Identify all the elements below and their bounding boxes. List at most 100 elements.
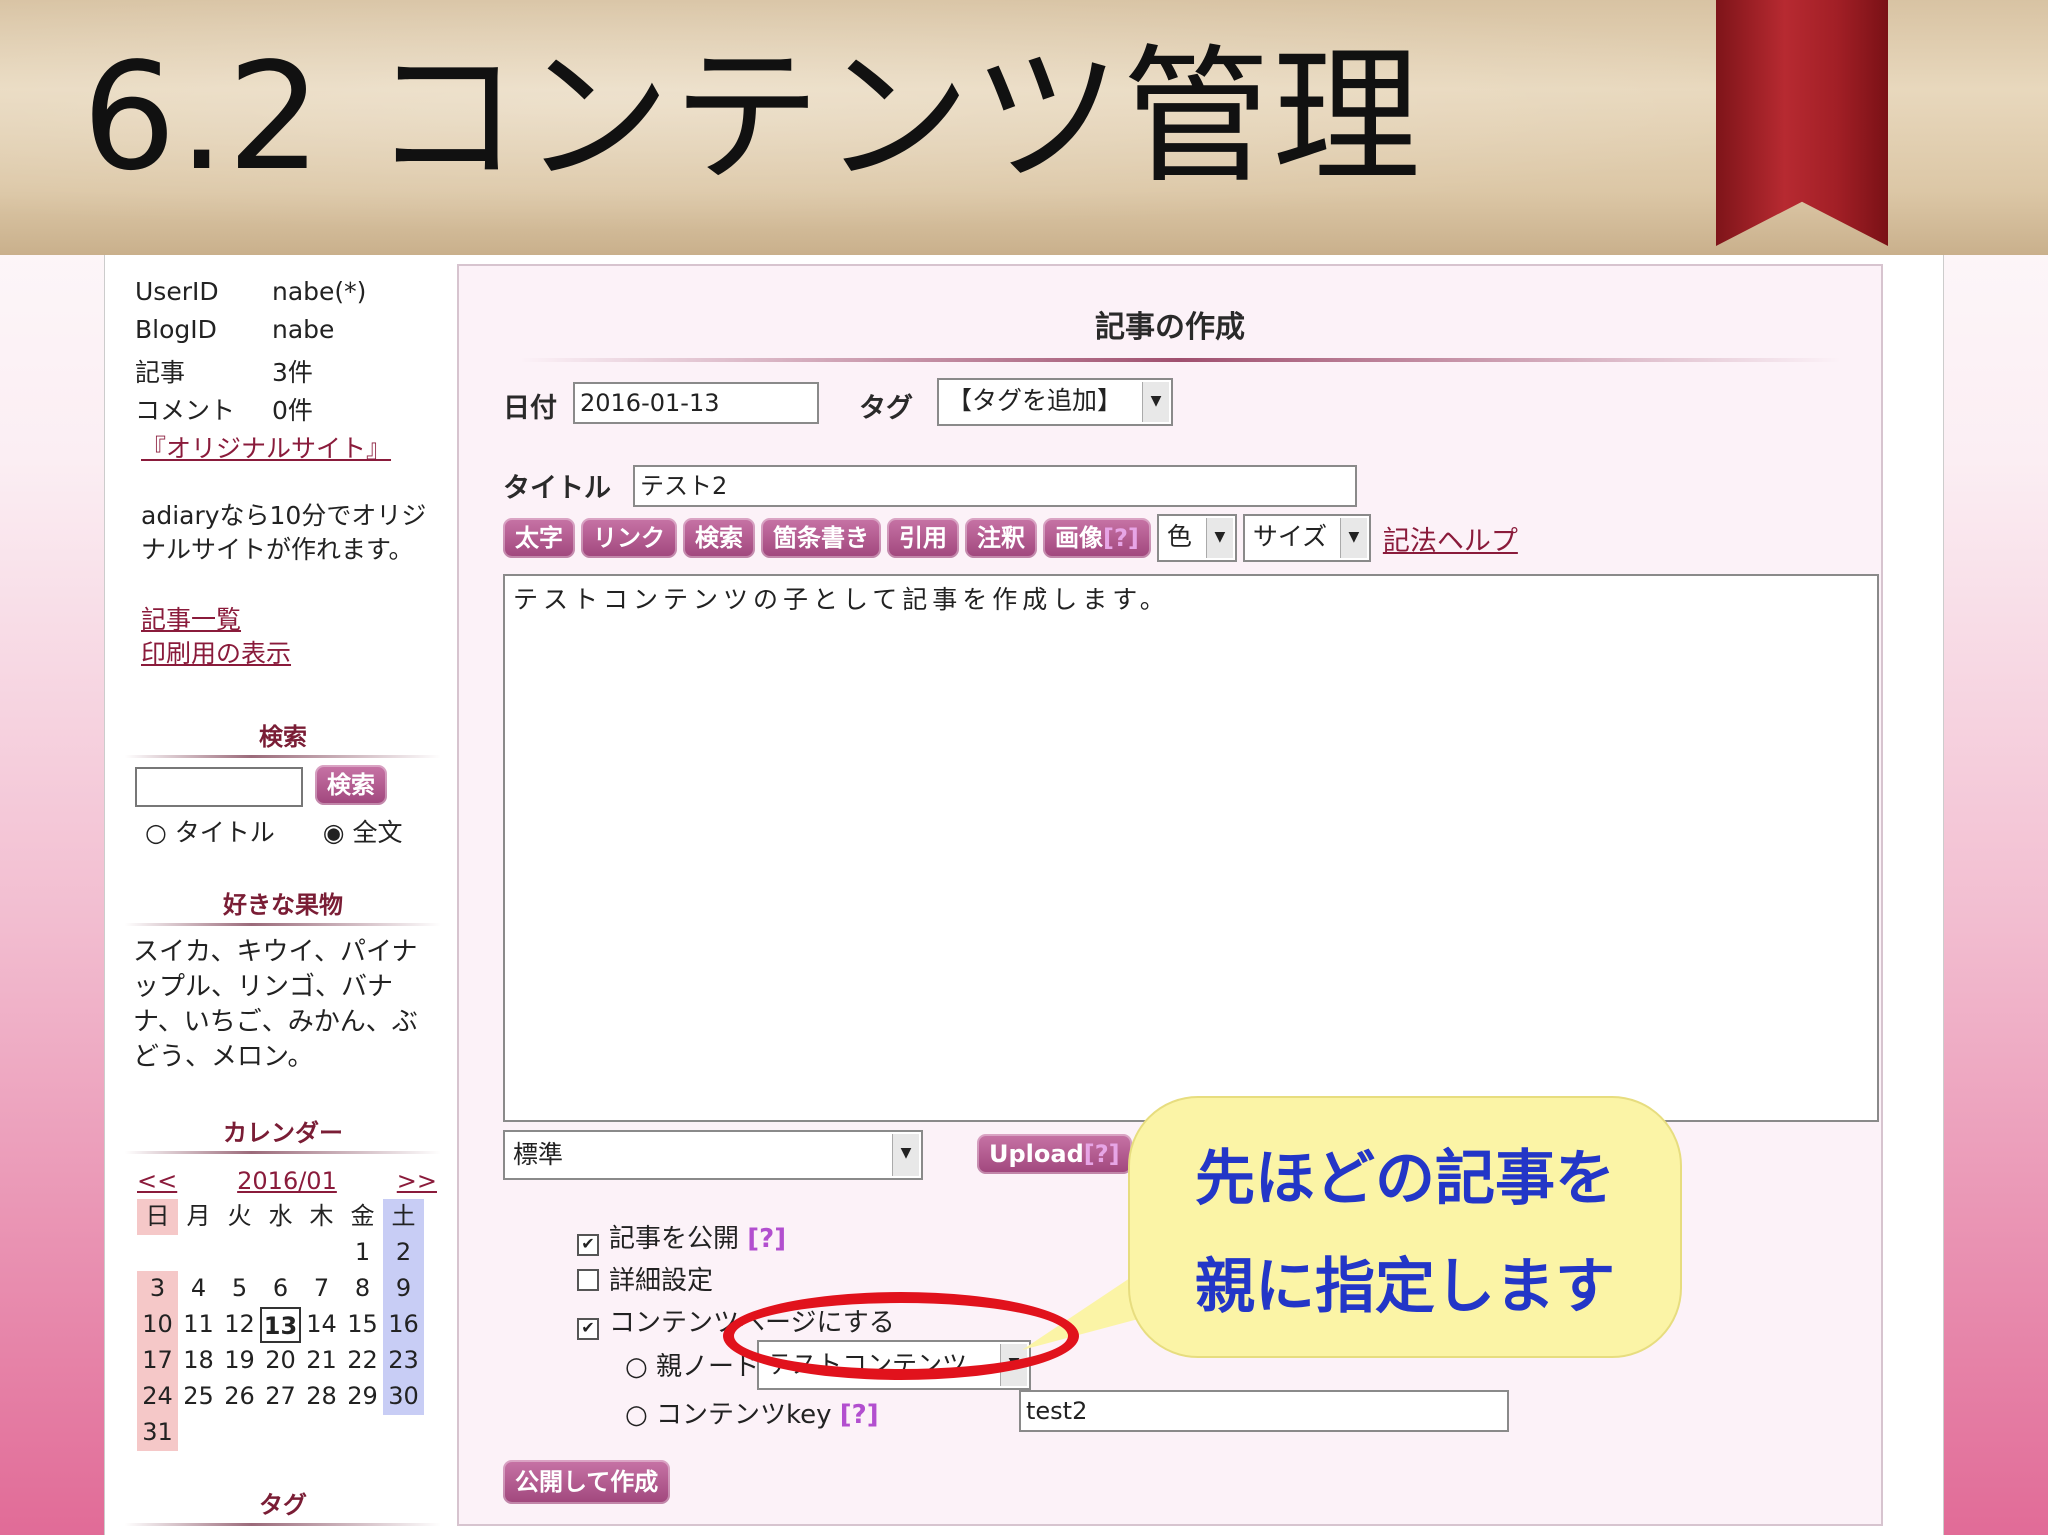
calendar-day[interactable]: 27: [260, 1379, 301, 1415]
calendar-day[interactable]: 10: [137, 1307, 178, 1343]
calendar-weekday: 土: [383, 1199, 424, 1235]
search-heading: 検索: [125, 717, 441, 758]
checkbox-checked-icon: ✔: [577, 1318, 599, 1340]
calendar-day[interactable]: 14: [301, 1307, 342, 1343]
calendar-day: [301, 1235, 342, 1271]
calendar-day[interactable]: 20: [260, 1343, 301, 1379]
calendar-week-row: 3456789: [137, 1271, 437, 1307]
calendar-day[interactable]: 16: [383, 1307, 424, 1343]
calendar-day[interactable]: 28: [301, 1379, 342, 1415]
calendar-day[interactable]: 29: [342, 1379, 383, 1415]
calendar-day[interactable]: 30: [383, 1379, 424, 1415]
footnote-button[interactable]: 注釈: [965, 518, 1037, 558]
calendar-day[interactable]: 31: [137, 1415, 178, 1451]
calendar-day[interactable]: 24: [137, 1379, 178, 1415]
calendar-weekday: 火: [227, 1202, 252, 1230]
calendar-day[interactable]: 13: [260, 1307, 301, 1343]
radio-title[interactable]: ○: [145, 818, 175, 847]
tag-select[interactable]: 【タグを追加】 ▼: [937, 378, 1173, 426]
calendar-day[interactable]: 7: [301, 1271, 342, 1307]
calendar-day[interactable]: 11: [178, 1307, 219, 1343]
info-comments: コメント 0件: [135, 396, 313, 425]
date-input[interactable]: 2016-01-13: [573, 382, 819, 424]
color-select[interactable]: 色 ▼: [1156, 514, 1237, 562]
size-select[interactable]: サイズ ▼: [1242, 514, 1371, 562]
original-site-link[interactable]: 『オリジナルサイト』: [141, 434, 391, 463]
tag-heading: タグ: [125, 1485, 441, 1526]
chevron-down-icon: ▼: [1142, 382, 1169, 422]
calendar-day[interactable]: 8: [342, 1271, 383, 1307]
calendar-day[interactable]: 12: [219, 1307, 260, 1343]
calendar-weekday-row: 日月火水木金土: [137, 1199, 437, 1235]
search-button[interactable]: 検索: [315, 765, 387, 805]
calendar-day[interactable]: 5: [219, 1271, 260, 1307]
favorite-text: スイカ、キウイ、パイナップル、リンゴ、バナナ、いちご、みかん、ぶどう、メロン。: [133, 937, 418, 1072]
calendar-weekday: 月: [186, 1202, 211, 1230]
upload-button[interactable]: Upload[?]: [977, 1134, 1132, 1174]
calendar-heading: カレンダー: [125, 1113, 441, 1154]
link-button[interactable]: リンク: [581, 518, 677, 558]
chevron-down-icon: ▼: [1205, 518, 1233, 558]
calendar-day[interactable]: 21: [301, 1343, 342, 1379]
checkbox-empty-icon: [577, 1269, 599, 1291]
calendar-month-link[interactable]: 2016/01: [237, 1163, 337, 1199]
calendar-day: [260, 1415, 301, 1451]
calendar-day: [219, 1235, 260, 1271]
info-blogid: BlogID nabe: [135, 315, 335, 344]
markup-help-link[interactable]: 記法ヘルプ: [1383, 519, 1518, 558]
slide-header: 6.2 コンテンツ管理: [0, 0, 2048, 255]
callout-text: 先ほどの記事を 親に指定します: [1195, 1144, 1615, 1322]
bullet-list-button[interactable]: 箇条書き: [761, 518, 881, 558]
calendar-day[interactable]: 22: [342, 1343, 383, 1379]
form-title-rule: [519, 358, 1841, 362]
body-textarea[interactable]: テストコンテンツの子として記事を作成します。: [503, 574, 1879, 1122]
calendar-next-link[interactable]: >>: [397, 1163, 437, 1199]
publish-create-button[interactable]: 公開して作成: [503, 1460, 671, 1504]
markup-toolbar: 太字 リンク 検索 箇条書き 引用 注釈 画像[?] 色 ▼ サイズ ▼ 記法ヘルプ: [503, 514, 1518, 562]
calendar-day[interactable]: 17: [137, 1343, 178, 1379]
info-userid: UserID nabe(*): [135, 277, 367, 306]
calendar-day[interactable]: 6: [260, 1271, 301, 1307]
form-title: 記事の作成: [1095, 310, 1245, 345]
chevron-down-icon: ▼: [1339, 518, 1367, 558]
calendar-day: [383, 1415, 424, 1451]
calendar-week-row: 17 18 19 20 21 22 23: [137, 1343, 437, 1379]
calendar-day[interactable]: 9: [383, 1271, 424, 1307]
calendar-day[interactable]: 15: [342, 1307, 383, 1343]
calendar-day[interactable]: 18: [178, 1343, 219, 1379]
content-key-row: ○ コンテンツkey [?]: [625, 1400, 879, 1430]
tag-label: タグ: [859, 393, 913, 424]
detail-checkbox[interactable]: 詳細設定: [577, 1260, 713, 1297]
search-markup-button[interactable]: 検索: [683, 518, 755, 558]
calendar-day[interactable]: 25: [178, 1379, 219, 1415]
content-key-input[interactable]: test2: [1019, 1390, 1509, 1432]
calendar-day[interactable]: 2: [383, 1235, 424, 1271]
image-button[interactable]: 画像[?]: [1043, 518, 1151, 558]
calendar-day[interactable]: 23: [383, 1343, 424, 1379]
print-view-link[interactable]: 印刷用の表示: [141, 639, 291, 668]
calendar-prev-link[interactable]: <<: [137, 1163, 177, 1199]
calendar-day[interactable]: 3: [137, 1271, 178, 1307]
calendar-day: [178, 1415, 219, 1451]
calendar-nav: << 2016/01 >>: [137, 1163, 437, 1199]
calendar-day: [342, 1415, 383, 1451]
search-input[interactable]: [135, 767, 303, 807]
calendar-day: [301, 1415, 342, 1451]
radio-fulltext[interactable]: ◉: [323, 818, 353, 847]
bold-button[interactable]: 太字: [503, 518, 575, 558]
checkbox-checked-icon: ✔: [577, 1234, 599, 1256]
calendar-day[interactable]: 4: [178, 1271, 219, 1307]
favorite-heading: 好きな果物: [125, 885, 441, 926]
parser-select[interactable]: 標準 ▼: [503, 1130, 923, 1180]
quote-button[interactable]: 引用: [887, 518, 959, 558]
bookmark-ribbon-icon: [1716, 0, 1888, 246]
title-input[interactable]: テスト2: [633, 465, 1357, 507]
calendar-day[interactable]: 1: [342, 1235, 383, 1271]
sidebar: UserID nabe(*) BlogID nabe 記事 3件 コメント 0件 『オリ…: [105, 255, 450, 1535]
calendar-grid: 日月火水木金土 1 2 3 4 5 6 7 8 9 10 11 12 13 14 15 16 17 18 19 20 21…: [137, 1199, 437, 1451]
calendar-day[interactable]: 19: [219, 1343, 260, 1379]
calendar-day[interactable]: 26: [219, 1379, 260, 1415]
calendar-weekday: 日: [137, 1199, 178, 1235]
article-list-link[interactable]: 記事一覧: [141, 605, 241, 634]
publish-checkbox[interactable]: ✔ 記事を公開 [?]: [577, 1218, 786, 1256]
